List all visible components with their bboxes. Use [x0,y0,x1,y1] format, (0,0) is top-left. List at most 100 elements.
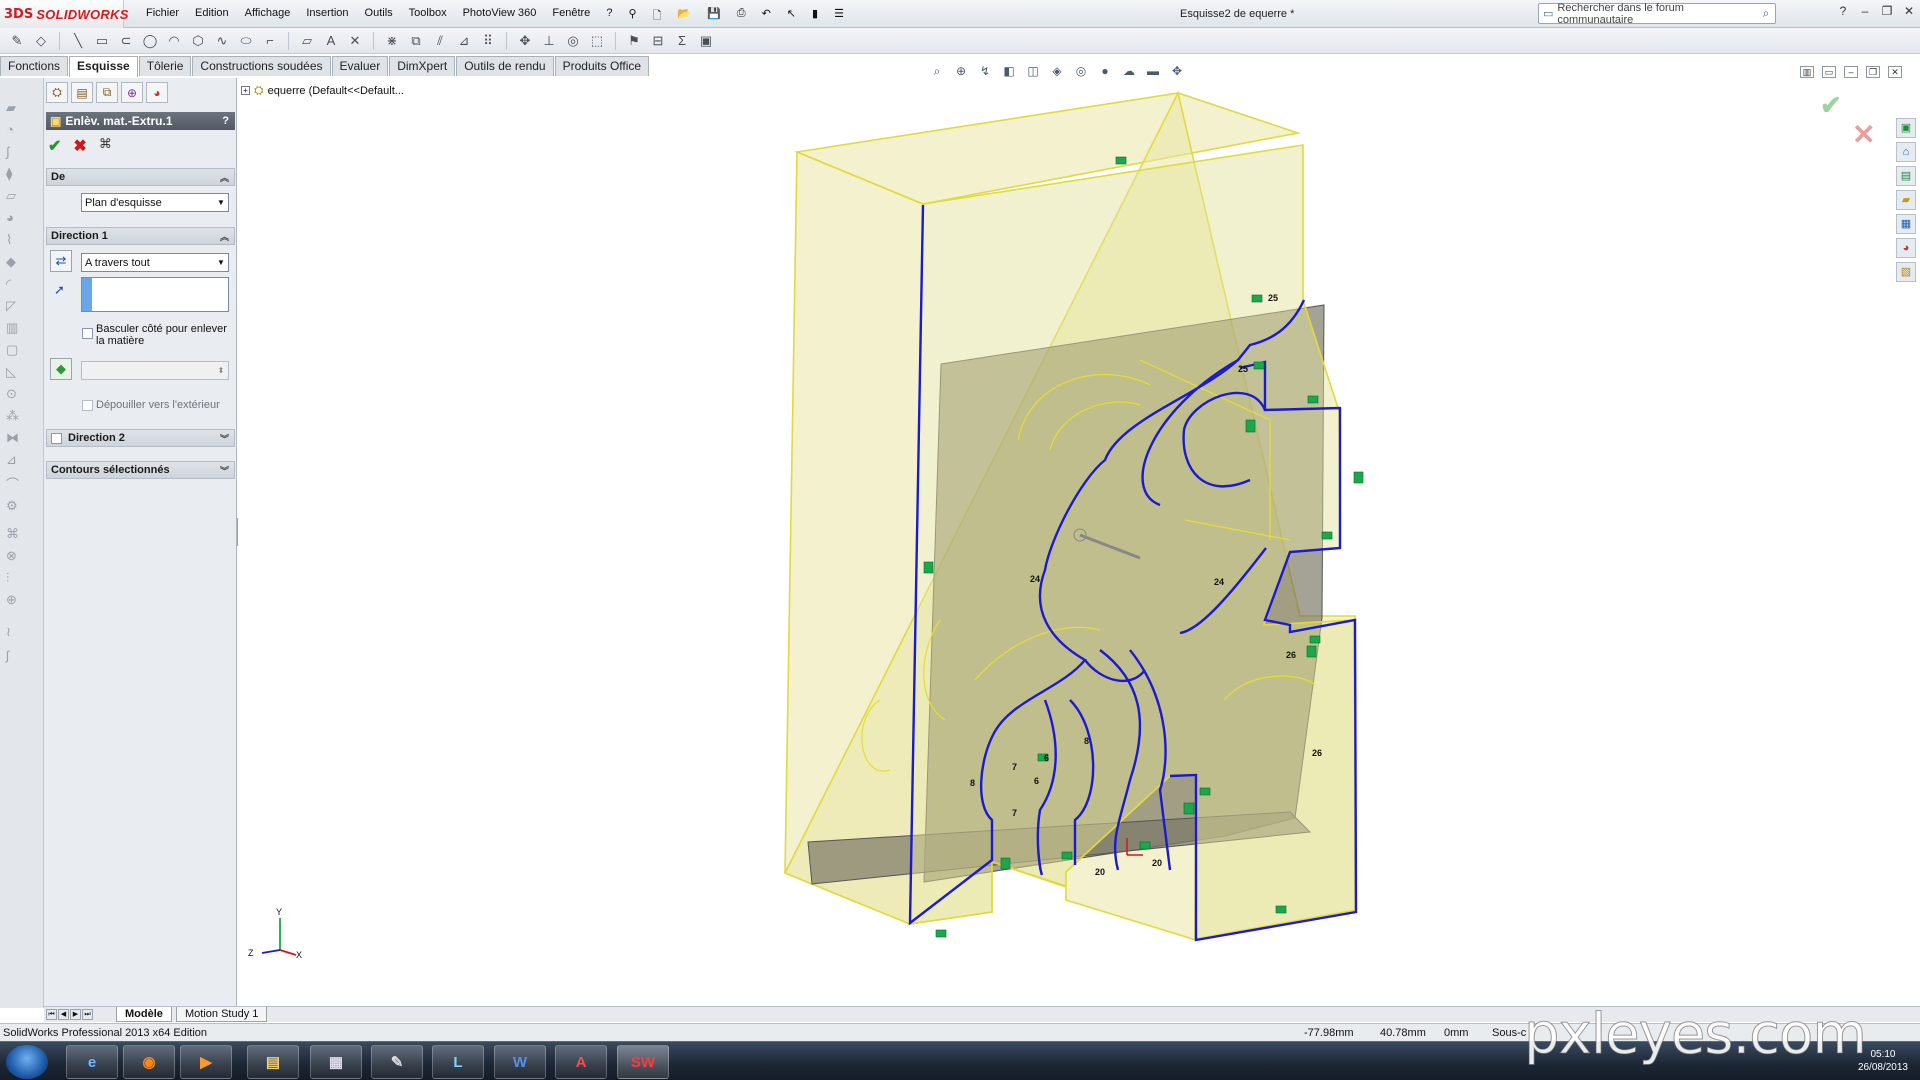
expand-tree-icon[interactable]: + [241,86,250,95]
previous-view-icon[interactable]: ↯ [976,64,994,80]
sweep-cut-icon[interactable]: ⌇ [6,232,22,248]
rectangle-icon[interactable]: ▭ [93,32,111,50]
intersect-icon[interactable]: ⊗ [6,548,22,564]
tile-icon[interactable]: ▥ [1800,66,1814,78]
direction2-checkbox[interactable] [51,432,62,444]
home-icon[interactable]: ⌂ [1896,142,1916,162]
appearances-icon[interactable]: ◕ [1896,238,1916,258]
sketch-picture-icon[interactable]: ▣ [697,32,715,50]
open-icon[interactable]: 📂 [669,7,699,26]
reverse-direction-button[interactable]: ⇄ [50,250,72,272]
mirror-feature-icon[interactable]: ⧓ [6,430,22,446]
feature-manager-tab-icon[interactable]: ⛭ [46,82,68,103]
menu-edition[interactable]: Edition [187,7,237,26]
ellipse-icon[interactable]: ⬭ [237,32,255,50]
spinner-arrows-icon[interactable]: ⬍ [214,366,228,375]
relations-icon[interactable]: ⊥ [540,32,558,50]
reference-geometry-icon[interactable]: ⊿ [6,452,22,468]
taskbar-word-icon[interactable]: W [494,1045,546,1079]
polygon-icon[interactable]: ⬡ [189,32,207,50]
property-manager-tab-icon[interactable]: ▤ [71,82,93,103]
combine-icon[interactable]: ⊕ [6,592,22,608]
prev-tab-icon[interactable]: ◀ [58,1009,69,1020]
helix-icon[interactable]: ʃ [6,648,22,664]
sketch-icon[interactable]: ✎ [8,32,26,50]
arc-icon[interactable]: ◠ [165,32,183,50]
zoom-to-fit-icon[interactable]: ⌕ [928,64,946,80]
detailed-preview-icon[interactable]: ⌘ [99,136,112,156]
file-explorer-icon[interactable]: ▰ [1896,190,1916,210]
hole-wizard-icon[interactable]: ⊙ [6,386,22,402]
confirmation-corner-ok-icon[interactable]: ✔ [1820,90,1842,121]
collapse-chevron-icon[interactable]: ︽ [220,171,229,184]
offset-icon[interactable]: ⫽ [431,32,449,50]
tree-root-label[interactable]: equerre (Default<<Default... [268,85,404,97]
save-icon[interactable]: 💾 [699,7,729,26]
options-icon[interactable]: ☰ [826,7,852,26]
view-orientation-icon[interactable]: ◫ [1024,64,1042,80]
menu-fenetre[interactable]: Fenêtre [544,7,598,26]
viewport-minimize-icon[interactable]: – [1844,66,1858,78]
model-view[interactable]: 25 25 24 24 26 26 8 6 6 7 8 7 20 20 Y X Z [238,78,1903,1006]
tab-motion-study[interactable]: Motion Study 1 [176,1007,268,1022]
extrude-cut-icon[interactable]: ▱ [6,188,22,204]
taskbar-solidworks-icon[interactable]: SW [617,1045,669,1079]
undo-icon[interactable]: ↶ [754,7,779,26]
viewport-restore-icon[interactable]: ▭ [1822,66,1836,78]
revolve-icon[interactable]: ◔ [6,122,22,138]
chamfer-icon[interactable]: ◸ [6,298,22,314]
tab-constructions-soudees[interactable]: Constructions soudées [192,56,331,76]
dropdown-arrow-icon[interactable]: ▼ [214,198,228,207]
direction-selection-box[interactable] [81,277,229,312]
start-condition-select[interactable]: Plan d'esquisse ▼ [81,193,229,212]
graphics-area[interactable]: 25 25 24 24 26 26 8 6 6 7 8 7 20 20 Y X Z [238,78,1903,1006]
spline-icon[interactable]: ∿ [213,32,231,50]
menu-help[interactable]: ? [598,7,620,26]
pm-help-button[interactable]: ? [222,115,229,127]
point-icon[interactable]: ✕ [346,32,364,50]
extrude-boss-icon[interactable]: ▰ [6,100,22,116]
pattern-icon[interactable]: ⁂ [6,408,22,424]
search-icon[interactable]: ⌕ [1757,6,1775,21]
loft-icon[interactable]: ⧫ [6,166,22,182]
close-icon[interactable]: ✕ [1902,4,1916,18]
group-selected-contours-header[interactable]: Contours sélectionnés ︾ [46,461,235,479]
tab-evaluer[interactable]: Evaluer [331,56,389,76]
restore-icon[interactable]: ❐ [1880,4,1894,18]
taskbar-calculator-icon[interactable]: ▦ [310,1045,362,1079]
confirmation-corner-cancel-icon[interactable]: ✕ [1852,118,1875,151]
taskbar-acrobat-icon[interactable]: A [555,1045,607,1079]
pin-icon[interactable]: ⚲ [620,7,644,26]
loft-cut-icon[interactable]: ◆ [6,254,22,270]
display-style-icon[interactable]: ◈ [1048,64,1066,80]
group-direction2-header[interactable]: Direction 2 ︾ [46,429,235,447]
view-palette-icon[interactable]: ▦ [1896,214,1916,234]
rotate-view-icon[interactable]: ✥ [1168,64,1186,80]
tab-tolerie[interactable]: Tôlerie [138,56,192,76]
design-library-icon[interactable]: ▤ [1896,166,1916,186]
menu-affichage[interactable]: Affichage [237,7,299,26]
shaded-sketch-icon[interactable]: ⊟ [649,32,667,50]
rebuild-icon[interactable]: ▮ [804,7,826,26]
next-tab-icon[interactable]: ▶ [70,1009,81,1020]
taskbar-ie-icon[interactable]: e [66,1045,118,1079]
draft-on-off-button[interactable]: ◆ [50,358,72,380]
custom-properties-icon[interactable]: ▧ [1896,262,1916,282]
display-manager-tab-icon[interactable]: ◕ [146,82,168,103]
view-settings-icon[interactable]: ▬ [1144,64,1162,80]
tab-fonctions[interactable]: Fonctions [0,56,69,76]
zoom-to-area-icon[interactable]: ⊕ [952,64,970,80]
sweep-icon[interactable]: ∫ [6,144,22,160]
solidworks-resources-icon[interactable]: ▣ [1896,118,1916,138]
viewport-maximize-icon[interactable]: ❐ [1866,66,1880,78]
flip-side-checkbox[interactable] [82,328,93,339]
fillet-icon[interactable]: ⌐ [261,32,279,50]
community-search-box[interactable]: ▭ Rechercher dans le forum communautaire… [1538,2,1776,26]
help-menu-icon[interactable]: ? [1836,4,1850,18]
collapse-chevron-icon[interactable]: ︽ [220,230,229,243]
fillet-feature-icon[interactable]: ◜ [6,276,22,292]
draft-angle-spinbox[interactable]: ⬍ [81,361,229,380]
line-icon[interactable]: ╲ [69,32,87,50]
edit-appearance-icon[interactable]: ● [1096,64,1114,80]
expand-chevron-icon[interactable]: ︾ [220,432,229,445]
